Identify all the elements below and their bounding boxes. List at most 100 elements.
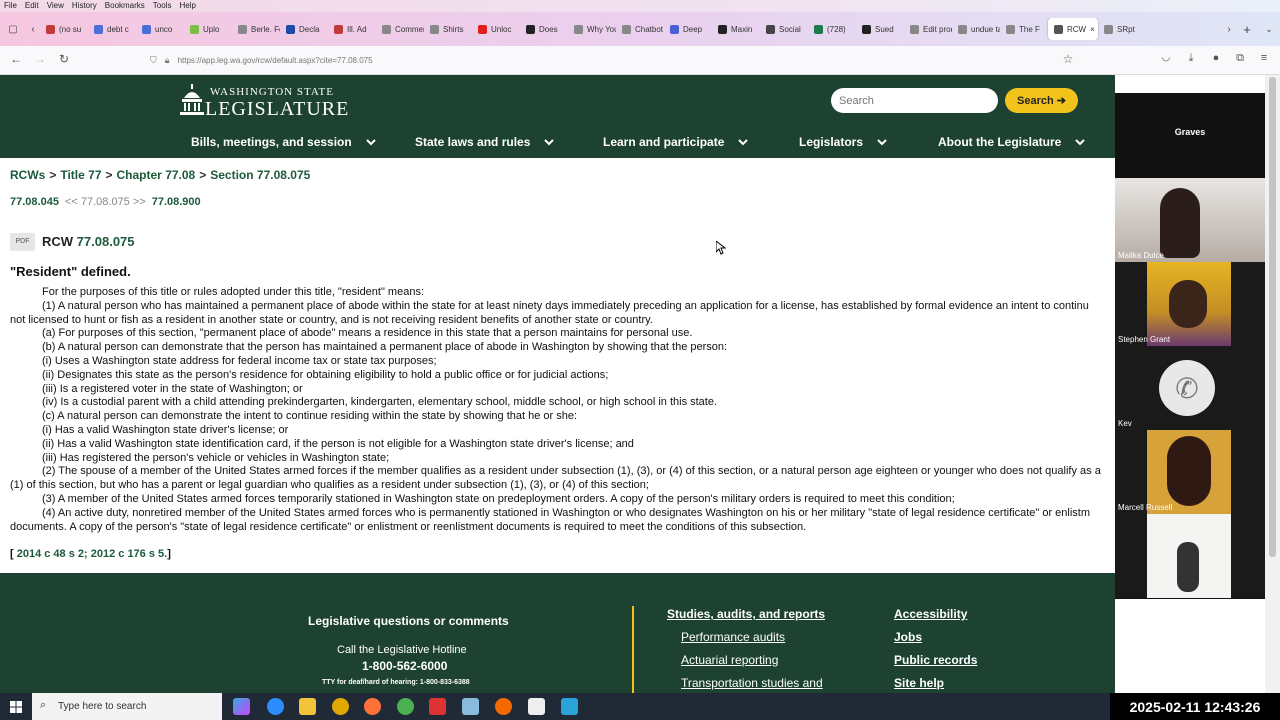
section-body: For the purposes of this title or rules …	[10, 286, 1115, 534]
browser-tab[interactable]: Sued	[856, 18, 904, 40]
nav-learn-participate[interactable]: Learn and participate	[603, 130, 749, 154]
browser-tab[interactable]: Why Your	[568, 18, 616, 40]
browser-tab[interactable]: RCW ×	[1048, 18, 1098, 40]
footer-phone[interactable]: 1-800-562-6000	[362, 659, 447, 673]
footer-site-help-link[interactable]: Site help	[894, 676, 944, 690]
menu-item[interactable]: Edit	[25, 0, 39, 12]
browser-tab[interactable]: Uplo	[184, 18, 232, 40]
tab-scroll-right-icon[interactable]: ›	[1222, 24, 1236, 35]
close-tab-icon[interactable]: ×	[1090, 25, 1095, 34]
tab-overflow-icon[interactable]: ⌄	[1258, 24, 1280, 35]
app-icon-blue[interactable]	[462, 698, 479, 715]
breadcrumb-title[interactable]: Title 77	[60, 168, 101, 182]
participant-tile[interactable]: ✆ Kev	[1115, 346, 1265, 430]
browser-tab[interactable]: Shirts	[424, 18, 472, 40]
browser-tab[interactable]: Deep	[664, 18, 712, 40]
browser-tab[interactable]: (728)	[808, 18, 856, 40]
nav-state-laws[interactable]: State laws and rules	[415, 130, 555, 154]
history-link[interactable]: 2014 c 48 s 2; 2012 c 176 s 5.	[17, 548, 167, 560]
reload-icon[interactable]: ↻	[56, 52, 72, 66]
participant-tile[interactable]	[1115, 514, 1265, 598]
nav-bills-meetings[interactable]: Bills, meetings, and session	[191, 130, 376, 154]
firefox-icon[interactable]	[364, 698, 381, 715]
extensions-icon[interactable]: ⧉	[1232, 52, 1248, 65]
browser-tab[interactable]: Unloc	[472, 18, 520, 40]
browser-tab[interactable]: debt c	[88, 18, 136, 40]
browser-tab[interactable]: Maxin	[712, 18, 760, 40]
tab-scroll-left-icon[interactable]: ‹	[26, 24, 40, 35]
site-search-input[interactable]	[831, 88, 998, 113]
file-explorer-icon[interactable]	[299, 698, 316, 715]
chrome-icon[interactable]	[397, 698, 414, 715]
menu-item[interactable]: History	[72, 0, 97, 12]
browser-tab[interactable]: SRpt	[1098, 18, 1146, 40]
current-section: 77.08.075	[80, 196, 130, 208]
participant-name: Stephen Grant	[1118, 335, 1171, 344]
footer-jobs-link[interactable]: Jobs	[894, 630, 922, 644]
pdf-button[interactable]: PDF	[10, 233, 35, 251]
menu-item[interactable]: View	[47, 0, 64, 12]
tab-list-icon[interactable]: ▢	[0, 24, 26, 35]
footer-transportation-link[interactable]: Transportation studies and	[681, 676, 823, 690]
breadcrumb: RCWs > Title 77 > Chapter 77.08 > Section 77.0…	[10, 168, 311, 182]
menu-item[interactable]: Tools	[153, 0, 172, 12]
taskbar-search-box[interactable]: ⌕ Type here to search	[32, 693, 222, 720]
new-tab-icon[interactable]: +	[1236, 22, 1258, 37]
app-icon-white[interactable]	[528, 698, 545, 715]
browser-tab[interactable]: Commen	[376, 18, 424, 40]
address-bar[interactable]: ⛉ 🔒︎ https://app.leg.wa.gov/rcw/default.…	[150, 50, 1080, 71]
footer-public-records-link[interactable]: Public records	[894, 653, 977, 667]
participant-tile[interactable]: Marcell Russell	[1115, 430, 1265, 514]
next-section-link[interactable]: 77.08.900	[152, 196, 201, 208]
tab-label: Why Your	[587, 24, 616, 34]
nav-about[interactable]: About the Legislature	[938, 130, 1086, 154]
browser-tab[interactable]: Ill. Ad	[328, 18, 376, 40]
breadcrumb-section[interactable]: Section 77.08.075	[210, 168, 310, 182]
browser-tab[interactable]: Does	[520, 18, 568, 40]
participant-tile[interactable]: Stephen Grant	[1115, 262, 1265, 346]
app-icon-red[interactable]	[429, 698, 446, 715]
browser-tab[interactable]: (no su	[40, 18, 88, 40]
rcw-number-link[interactable]: 77.08.075	[77, 234, 135, 249]
url-text[interactable]: https://app.leg.wa.gov/rcw/default.aspx?…	[178, 56, 373, 65]
browser-tab[interactable]: unco	[136, 18, 184, 40]
breadcrumb-rcws[interactable]: RCWs	[10, 168, 45, 182]
account-icon[interactable]: ●	[1208, 52, 1224, 64]
browser-tab[interactable]: undue tax	[952, 18, 1000, 40]
legislature-logo[interactable]: WASHINGTON STATE LEGISLATURE	[178, 84, 348, 120]
browser-tab[interactable]: The F	[1000, 18, 1048, 40]
bookmark-star-icon[interactable]: ☆	[1060, 52, 1076, 66]
copilot-icon[interactable]	[233, 698, 250, 715]
taskbar-clock[interactable]: 2025-02-11 12:43:26	[1110, 693, 1280, 720]
norton-icon[interactable]	[332, 698, 349, 715]
browser-tab[interactable]: Social	[760, 18, 808, 40]
nav-legislators[interactable]: Legislators	[799, 130, 887, 154]
browser-tab[interactable]: Chatbot A	[616, 18, 664, 40]
browser-tab[interactable]: Berle. For	[232, 18, 280, 40]
prev-section-link[interactable]: 77.08.045	[10, 196, 59, 208]
app-icon-orange[interactable]	[495, 698, 512, 715]
forward-arrow-icon[interactable]: →	[32, 52, 48, 66]
footer-studies-link[interactable]: Studies, audits, and reports	[667, 607, 825, 621]
footer-performance-audits-link[interactable]: Performance audits	[681, 630, 785, 644]
menu-item[interactable]: Bookmarks	[105, 0, 145, 12]
zoom-app-icon[interactable]	[267, 698, 284, 715]
back-arrow-icon[interactable]: ←	[8, 52, 24, 66]
menu-hamburger-icon[interactable]: ≡	[1256, 52, 1272, 64]
menu-item[interactable]: Help	[179, 0, 195, 12]
telegram-icon[interactable]	[561, 698, 578, 715]
site-search-button[interactable]: Search ➔	[1005, 88, 1078, 113]
downloads-icon[interactable]: ⤓	[1183, 52, 1199, 65]
menu-item[interactable]: File	[4, 0, 17, 12]
browser-tab[interactable]: Decla	[280, 18, 328, 40]
footer-actuarial-link[interactable]: Actuarial reporting	[681, 653, 778, 667]
footer-accessibility-link[interactable]: Accessibility	[894, 607, 967, 621]
windows-start-icon[interactable]	[10, 701, 22, 713]
browser-tab[interactable]: Edit produ	[904, 18, 952, 40]
lock-icon[interactable]: 🔒︎	[165, 55, 170, 66]
pocket-icon[interactable]: ◡	[1158, 52, 1174, 63]
page-scrollbar[interactable]	[1265, 75, 1280, 700]
participant-tile[interactable]: Malika Dulce	[1115, 178, 1265, 262]
tracking-shield-icon[interactable]: ⛉	[150, 55, 157, 66]
breadcrumb-chapter[interactable]: Chapter 77.08	[117, 168, 196, 182]
